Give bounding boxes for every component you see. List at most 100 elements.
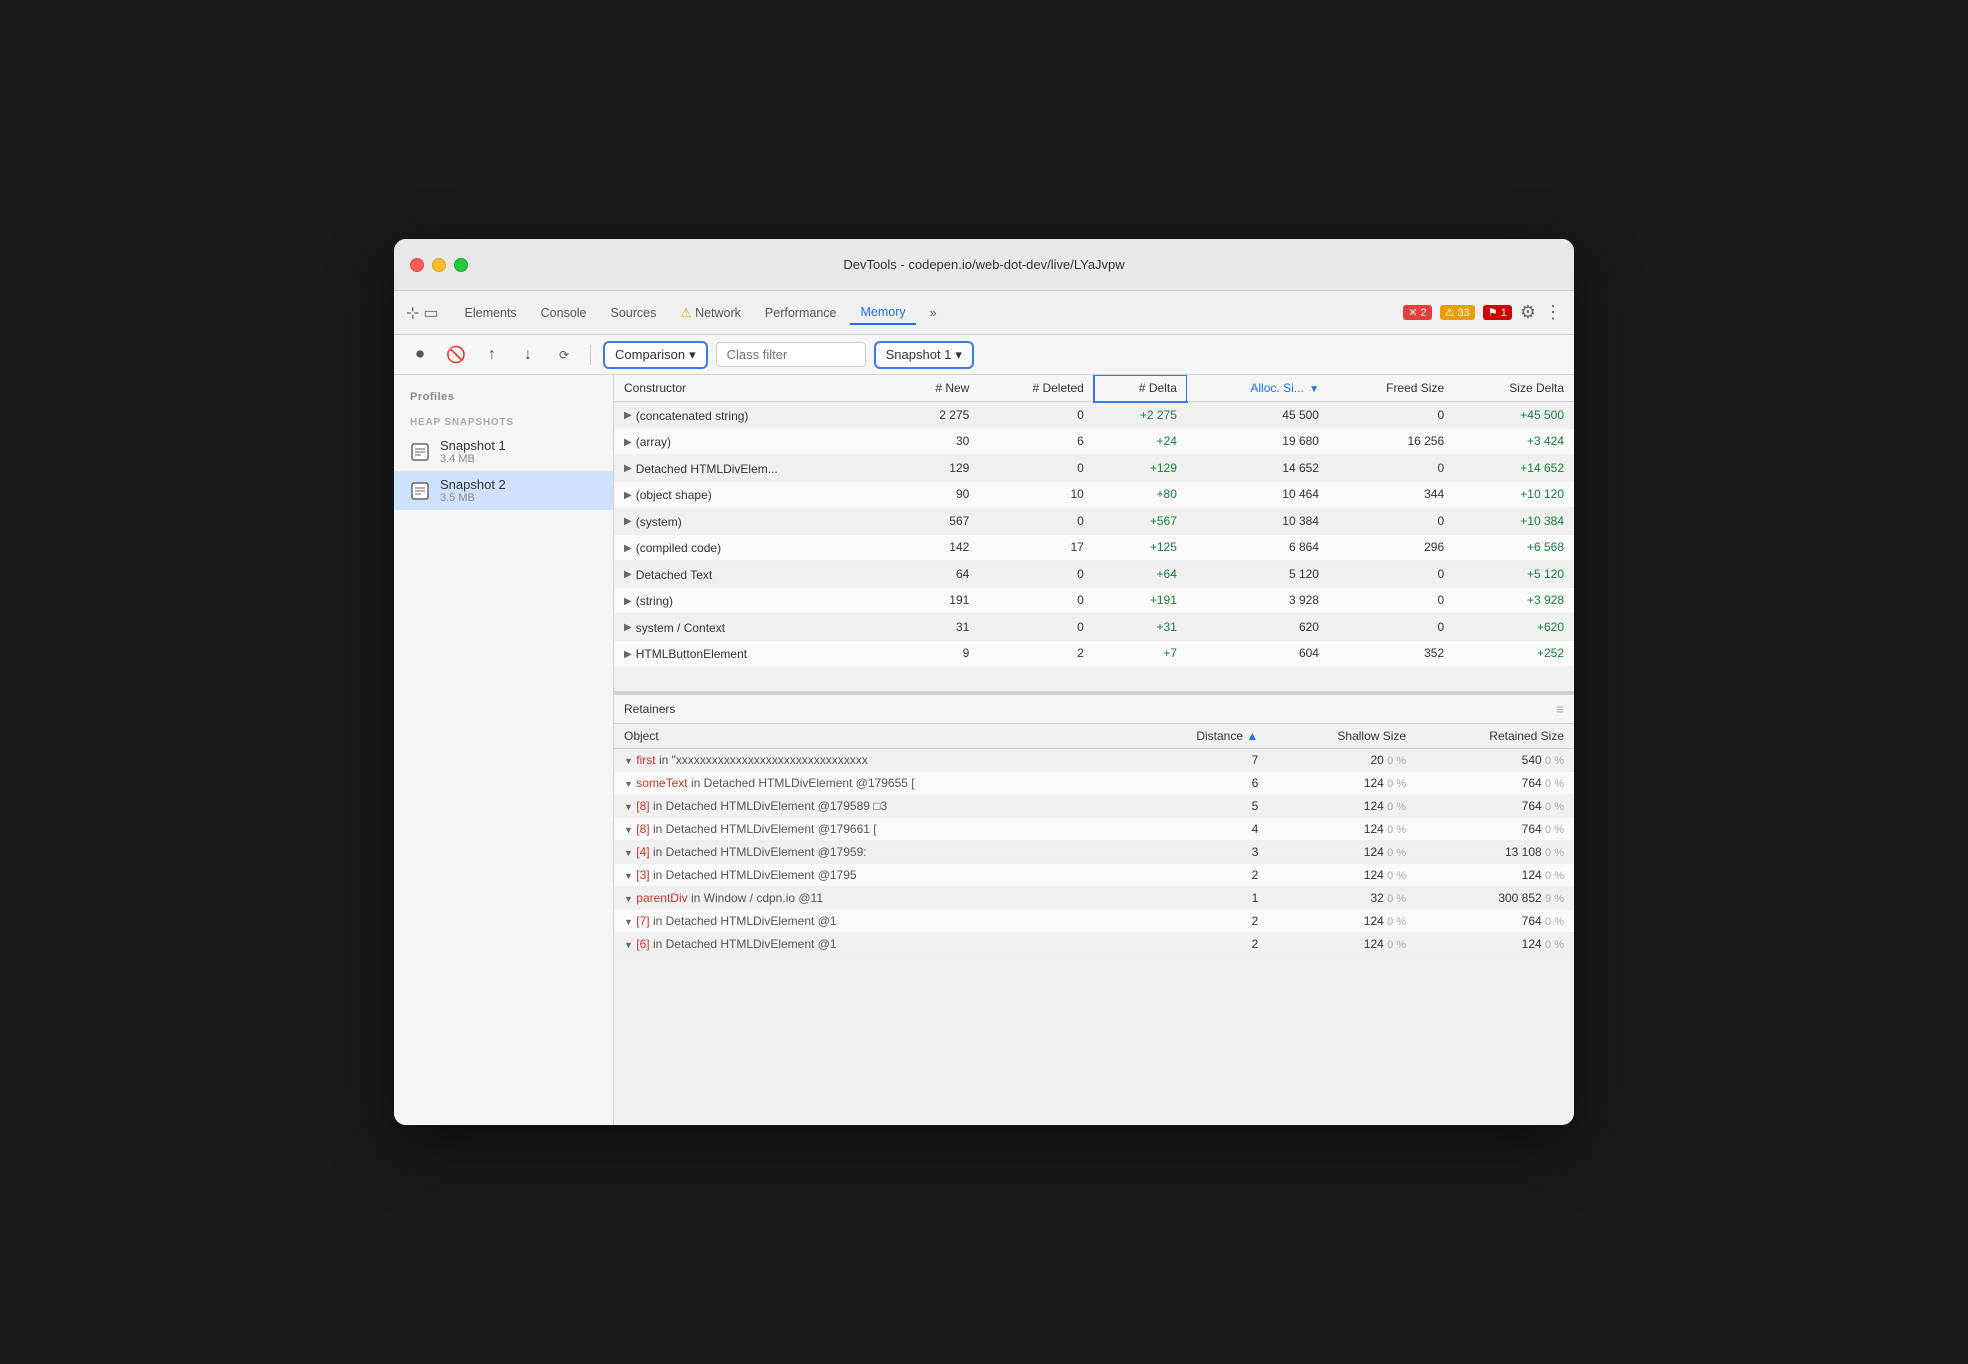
tab-console[interactable]: Console — [531, 302, 597, 324]
sidebar-snapshot-2[interactable]: Snapshot 2 3.5 MB — [394, 471, 613, 510]
ret-col-object[interactable]: Object — [614, 724, 1132, 749]
retainers-table-container: Object Distance ▲ Shallow Size Retained … — [614, 724, 1574, 1005]
record-button[interactable]: ⏺ — [406, 341, 434, 369]
heap-snapshots-title: HEAP SNAPSHOTS — [394, 409, 613, 432]
cell-constructor: ▶ (string) — [614, 587, 893, 614]
close-button[interactable] — [410, 258, 424, 272]
cell-new: 64 — [893, 561, 980, 588]
cell-deleted: 17 — [979, 534, 1093, 561]
cell-freed-size: 0 — [1329, 587, 1454, 614]
expand-icon[interactable]: ▼ — [624, 917, 633, 927]
table-row[interactable]: ▶ (array) 30 6 +24 19 680 16 256 +3 424 — [614, 428, 1574, 455]
table-row[interactable]: ▶ (object shape) 90 10 +80 10 464 344 +1… — [614, 481, 1574, 508]
tab-performance[interactable]: Performance — [755, 302, 847, 324]
expand-icon[interactable]: ▼ — [624, 756, 633, 766]
ret-cell-distance: 3 — [1132, 841, 1269, 864]
snapshot-dropdown[interactable]: Snapshot 1 ▾ — [874, 341, 974, 369]
cell-delta: +129 — [1094, 455, 1187, 482]
sidebar-snapshot-1[interactable]: Snapshot 1 3.4 MB — [394, 432, 613, 471]
cell-delta: +64 — [1094, 561, 1187, 588]
col-size-delta[interactable]: Size Delta — [1454, 375, 1574, 402]
ret-cell-distance: 1 — [1132, 887, 1269, 910]
cell-constructor: ▶ Detached HTMLDivElem... — [614, 455, 893, 482]
inspect-icon[interactable]: ⊹ — [406, 303, 419, 323]
table-row[interactable]: ▶ (system) 567 0 +567 10 384 0 +10 384 — [614, 508, 1574, 535]
ret-cell-shallow: 20 0 % — [1268, 749, 1416, 772]
cell-alloc-size: 604 — [1187, 640, 1329, 667]
sort-arrow-icon: ▲ — [1246, 729, 1258, 743]
ret-cell-retained: 540 0 % — [1416, 749, 1574, 772]
table-row[interactable]: ▶ HTMLButtonElement 9 2 +7 604 352 +252 — [614, 640, 1574, 667]
list-item[interactable]: ▼ [7] in Detached HTMLDivElement @1 2 12… — [614, 910, 1574, 933]
table-row[interactable]: ▶ Detached HTMLDivElem... 129 0 +129 14 … — [614, 455, 1574, 482]
error-badge: ✕ 2 — [1403, 305, 1431, 320]
cell-constructor: ▶ (system) — [614, 508, 893, 535]
cell-freed-size: 0 — [1329, 508, 1454, 535]
main-table-container: Constructor # New # Deleted # Delta Allo… — [614, 375, 1574, 695]
cell-deleted: 0 — [979, 455, 1093, 482]
cell-freed-size: 0 — [1329, 402, 1454, 429]
col-deleted[interactable]: # Deleted — [979, 375, 1093, 402]
cell-new: 191 — [893, 587, 980, 614]
table-row[interactable]: ▶ Detached Text 64 0 +64 5 120 0 +5 120 — [614, 561, 1574, 588]
cell-deleted: 0 — [979, 402, 1093, 429]
tab-elements[interactable]: Elements — [455, 302, 527, 324]
upload-button[interactable]: ↑ — [478, 341, 506, 369]
tab-more[interactable]: » — [920, 302, 947, 324]
table-row[interactable]: ▶ system / Context 31 0 +31 620 0 +620 — [614, 614, 1574, 641]
cell-size-delta: +252 — [1454, 640, 1574, 667]
expand-icon[interactable]: ▼ — [624, 825, 633, 835]
col-constructor[interactable]: Constructor — [614, 375, 893, 402]
list-item[interactable]: ▼ [8] in Detached HTMLDivElement @179589… — [614, 795, 1574, 818]
cell-alloc-size: 14 652 — [1187, 455, 1329, 482]
col-alloc-size[interactable]: Alloc. Si... ▼ — [1187, 375, 1329, 402]
col-freed-size[interactable]: Freed Size — [1329, 375, 1454, 402]
list-item[interactable]: ▼ [8] in Detached HTMLDivElement @179661… — [614, 818, 1574, 841]
table-row[interactable]: ▶ (concatenated string) 2 275 0 +2 275 4… — [614, 402, 1574, 429]
minimize-button[interactable] — [432, 258, 446, 272]
expand-icon[interactable]: ▼ — [624, 871, 633, 881]
more-icon[interactable]: ⋮ — [1544, 302, 1562, 323]
col-new[interactable]: # New — [893, 375, 980, 402]
main-table: Constructor # New # Deleted # Delta Allo… — [614, 375, 1574, 667]
list-item[interactable]: ▼ [4] in Detached HTMLDivElement @17959:… — [614, 841, 1574, 864]
ret-cell-distance: 4 — [1132, 818, 1269, 841]
settings-icon[interactable]: ⚙ — [1520, 302, 1536, 323]
ret-col-retained[interactable]: Retained Size — [1416, 724, 1574, 749]
expand-icon[interactable]: ▼ — [624, 894, 633, 904]
cell-freed-size: 0 — [1329, 614, 1454, 641]
cell-constructor: ▶ (array) — [614, 428, 893, 455]
ret-cell-retained: 764 0 % — [1416, 795, 1574, 818]
cell-delta: +125 — [1094, 534, 1187, 561]
expand-icon[interactable]: ▼ — [624, 779, 633, 789]
tab-memory[interactable]: Memory — [850, 301, 915, 325]
class-filter-input[interactable] — [716, 342, 866, 367]
ret-cell-object: ▼ [6] in Detached HTMLDivElement @1 — [614, 933, 1132, 956]
main-layout: Profiles HEAP SNAPSHOTS Snapshot 1 3.4 M… — [394, 375, 1574, 1125]
expand-icon[interactable]: ▼ — [624, 940, 633, 950]
tab-sources[interactable]: Sources — [601, 302, 667, 324]
table-row[interactable]: ▶ (compiled code) 142 17 +125 6 864 296 … — [614, 534, 1574, 561]
download-button[interactable]: ↓ — [514, 341, 542, 369]
ret-col-distance[interactable]: Distance ▲ — [1132, 724, 1269, 749]
list-item[interactable]: ▼ first in "xxxxxxxxxxxxxxxxxxxxxxxxxxxx… — [614, 749, 1574, 772]
list-item[interactable]: ▼ someText in Detached HTMLDivElement @1… — [614, 772, 1574, 795]
tab-network[interactable]: ⚠ Network — [670, 301, 751, 324]
list-item[interactable]: ▼ [3] in Detached HTMLDivElement @1795 2… — [614, 864, 1574, 887]
cell-freed-size: 0 — [1329, 561, 1454, 588]
list-item[interactable]: ▼ parentDiv in Window / cdpn.io @11 1 32… — [614, 887, 1574, 910]
clear-button[interactable]: 🚫 — [442, 341, 470, 369]
ret-col-shallow[interactable]: Shallow Size — [1268, 724, 1416, 749]
maximize-button[interactable] — [454, 258, 468, 272]
col-delta[interactable]: # Delta — [1094, 375, 1187, 402]
flag-icon: ⚑ — [1488, 307, 1498, 319]
ret-cell-retained: 300 852 9 % — [1416, 887, 1574, 910]
comparison-dropdown[interactable]: Comparison ▾ — [603, 341, 708, 369]
device-icon[interactable]: ▭ — [423, 303, 438, 323]
forcegc-button[interactable]: ⟳ — [550, 341, 578, 369]
expand-icon[interactable]: ▼ — [624, 848, 633, 858]
list-item[interactable]: ▼ [6] in Detached HTMLDivElement @1 2 12… — [614, 933, 1574, 956]
table-row[interactable]: ▶ (string) 191 0 +191 3 928 0 +3 928 — [614, 587, 1574, 614]
cell-delta: +567 — [1094, 508, 1187, 535]
expand-icon[interactable]: ▼ — [624, 802, 633, 812]
